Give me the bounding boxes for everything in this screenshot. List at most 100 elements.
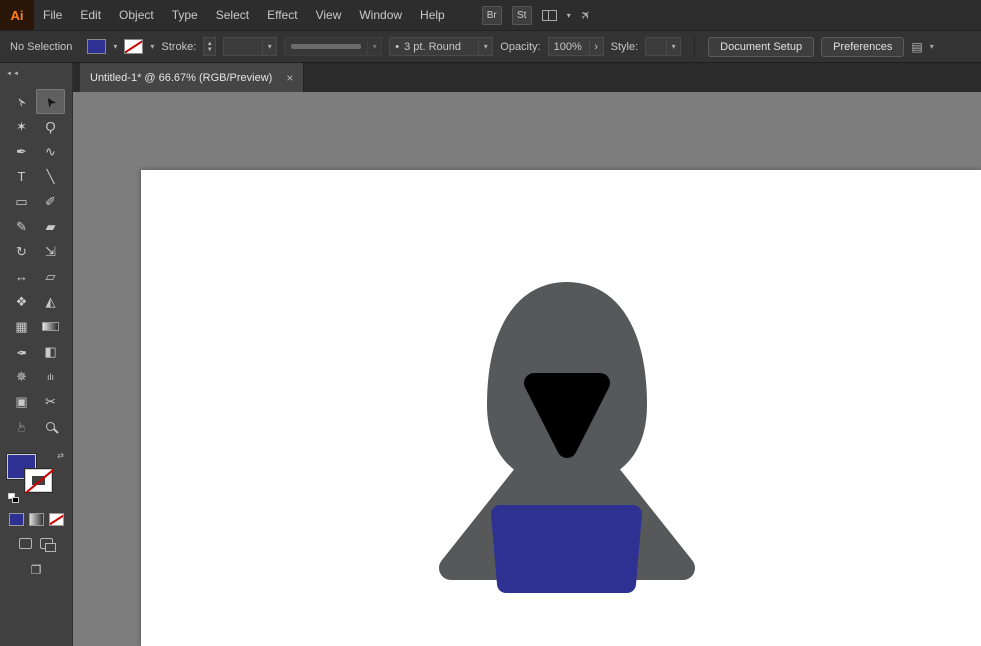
gpu-performance-icon[interactable]: ✈ <box>577 6 594 23</box>
paintbrush-icon: ✐ <box>45 193 56 209</box>
slice-icon: ✂ <box>45 393 56 409</box>
menu-help[interactable]: Help <box>411 0 454 30</box>
eyedropper-icon: ✒ <box>16 344 27 360</box>
opacity-label: Opacity: <box>500 40 541 53</box>
hand-tool[interactable]: ☞ <box>7 414 36 439</box>
menu-object[interactable]: Object <box>110 0 163 30</box>
gradient-icon <box>42 322 59 331</box>
chevron-down-icon[interactable]: ▾ <box>262 38 276 55</box>
stepper-down-icon[interactable]: ▼ <box>207 47 213 53</box>
document-setup-button[interactable]: Document Setup <box>708 36 815 57</box>
artboard-icon: ▣ <box>15 393 28 409</box>
mesh-icon: ▦ <box>15 318 28 334</box>
eraser-tool[interactable]: ▰ <box>36 214 65 239</box>
menu-effect[interactable]: Effect <box>258 0 306 30</box>
fill-chevron-icon[interactable]: ▾ <box>113 42 117 51</box>
document-tab-bar: Untitled-1* @ 66.67% (RGB/Preview) × <box>73 63 981 92</box>
magic-wand-icon: ✶ <box>16 118 27 134</box>
torso-shape[interactable] <box>491 505 642 593</box>
style-select[interactable]: ▾ <box>645 37 682 56</box>
menu-file[interactable]: File <box>34 0 71 30</box>
color-button[interactable] <box>8 513 24 526</box>
blend-tool[interactable]: ◧ <box>36 339 65 364</box>
stroke-weight-stepper[interactable]: ▲ ▼ <box>203 37 217 56</box>
stroke-chevron-icon[interactable]: ▾ <box>150 42 154 51</box>
lasso-tool[interactable]: Ϙ <box>36 114 65 139</box>
line-segment-tool[interactable]: ╲ <box>36 164 65 189</box>
direct-selection-tool[interactable]: ➢ <box>7 89 36 114</box>
stock-button[interactable]: St <box>511 5 532 25</box>
menu-edit[interactable]: Edit <box>71 0 110 30</box>
pencil-tool[interactable]: ✎ <box>7 214 36 239</box>
rotate-tool[interactable]: ↻ <box>7 239 36 264</box>
selection-tool[interactable]: ➤ <box>36 89 65 114</box>
slice-tool[interactable]: ✂ <box>36 389 65 414</box>
chevron-down-icon[interactable]: ▾ <box>567 11 571 20</box>
paintbrush-tool[interactable]: ✐ <box>36 189 65 214</box>
stroke-color-swatch[interactable] <box>124 39 144 54</box>
opacity-field[interactable]: 100% › <box>547 37 604 56</box>
artboard[interactable] <box>141 170 981 646</box>
tools-grid: ➢ ➤ ✶ Ϙ ✒ ∿ T ╲ ▭ ✐ ✎ ▰ ↻ ⇲ ↔ ▱ ❖ ◭ ▦ ✒ … <box>7 89 65 439</box>
pasteboard[interactable] <box>73 92 981 646</box>
type-tool[interactable]: T <box>7 164 36 189</box>
opacity-flyout-icon[interactable]: › <box>588 38 603 55</box>
screen-mode-icon[interactable]: ❐ <box>31 563 42 577</box>
stroke-weight-select[interactable]: ▾ <box>223 37 278 56</box>
bridge-button[interactable]: Br <box>481 5 502 25</box>
menu-type[interactable]: Type <box>163 0 207 30</box>
free-transform-tool[interactable]: ▱ <box>36 264 65 289</box>
stroke-proxy-swatch[interactable] <box>25 468 55 493</box>
symbol-sprayer-tool[interactable]: ✵ <box>7 364 36 389</box>
type-icon: T <box>17 169 26 184</box>
rectangle-tool[interactable]: ▭ <box>7 189 36 214</box>
collapse-panel-button[interactable]: ◄◄ <box>0 63 20 85</box>
zoom-icon <box>46 422 55 431</box>
brush-definition-value: 3 pt. Round <box>404 40 461 53</box>
draw-normal-icon[interactable] <box>19 538 32 549</box>
fill-color-swatch[interactable] <box>87 39 107 54</box>
default-fill-stroke-icon[interactable] <box>8 493 19 503</box>
swap-fill-stroke-icon[interactable]: ⇄ <box>57 451 64 460</box>
document-tab[interactable]: Untitled-1* @ 66.67% (RGB/Preview) × <box>80 63 305 92</box>
blend-icon: ◧ <box>44 343 57 359</box>
illustrator-logo: Ai <box>0 0 34 30</box>
brush-preview-icon: • <box>395 40 400 53</box>
menu-view[interactable]: View <box>307 0 351 30</box>
arrange-documents-icon[interactable] <box>541 9 557 21</box>
draw-mode-buttons <box>19 538 56 552</box>
divider <box>694 36 696 57</box>
zoom-tool[interactable] <box>36 414 65 439</box>
stroke-label: Stroke: <box>161 40 197 53</box>
line-segment-icon: ╲ <box>46 168 55 184</box>
chevron-down-icon[interactable]: ▾ <box>666 38 680 55</box>
gradient-tool[interactable] <box>36 314 65 339</box>
eyedropper-tool[interactable]: ✒ <box>7 339 36 364</box>
rectangle-icon: ▭ <box>15 193 28 209</box>
chevron-down-icon[interactable]: ▾ <box>478 38 492 55</box>
width-tool[interactable]: ↔ <box>7 264 36 289</box>
shape-builder-tool[interactable]: ❖ <box>7 289 36 314</box>
scale-tool[interactable]: ⇲ <box>36 239 65 264</box>
touch-workspace-icon[interactable]: ▤ <box>911 40 922 54</box>
artwork <box>439 282 695 593</box>
preferences-button[interactable]: Preferences <box>821 36 905 57</box>
opacity-value[interactable]: 100% <box>549 38 589 55</box>
draw-behind-icon[interactable] <box>40 538 56 552</box>
menu-window[interactable]: Window <box>350 0 411 30</box>
curvature-icon: ∿ <box>45 143 56 159</box>
none-button[interactable] <box>48 513 64 526</box>
column-graph-tool[interactable]: ılı <box>36 364 65 389</box>
artboard-tool[interactable]: ▣ <box>7 389 36 414</box>
mesh-tool[interactable]: ▦ <box>7 314 36 339</box>
brush-definition-select[interactable]: • 3 pt. Round ▾ <box>389 37 494 56</box>
close-tab-icon[interactable]: × <box>286 71 293 85</box>
curvature-tool[interactable]: ∿ <box>36 139 65 164</box>
chevron-down-icon[interactable]: ▾ <box>930 42 934 51</box>
perspective-grid-tool[interactable]: ◭ <box>36 289 65 314</box>
gradient-button[interactable] <box>28 513 44 526</box>
pen-icon: ✒ <box>16 143 27 159</box>
menu-select[interactable]: Select <box>207 0 258 30</box>
pen-tool[interactable]: ✒ <box>7 139 36 164</box>
magic-wand-tool[interactable]: ✶ <box>7 114 36 139</box>
